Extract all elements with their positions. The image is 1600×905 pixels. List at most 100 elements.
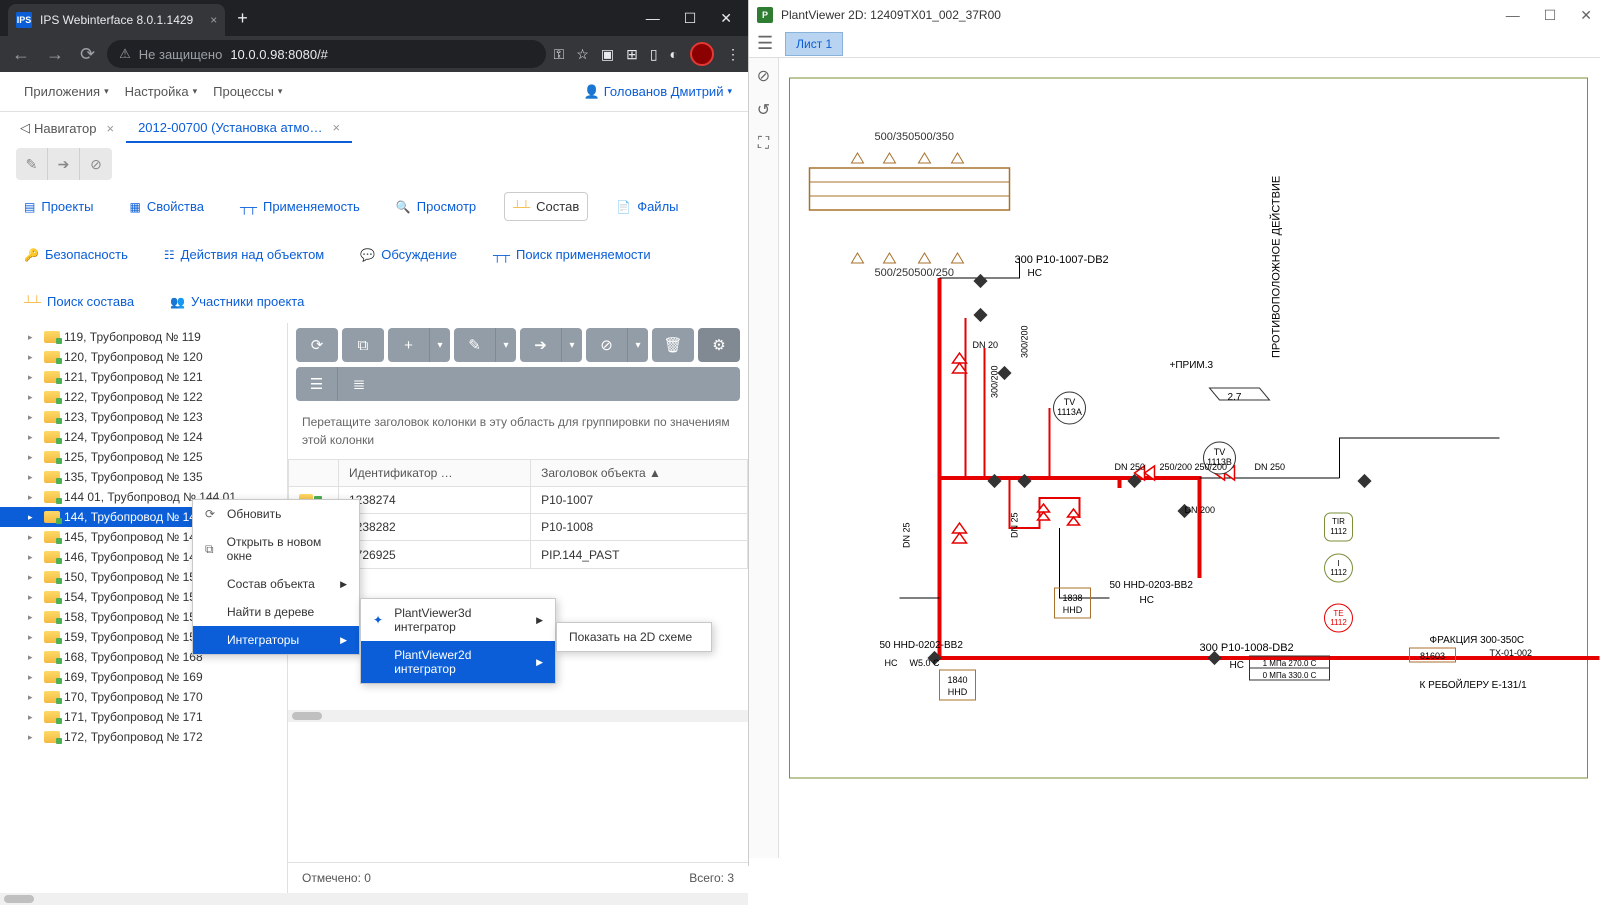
extension-icon[interactable]: ⊞	[626, 46, 638, 63]
subtab-comp-search[interactable]: ┴┴Поиск состава	[16, 288, 142, 315]
reload-icon[interactable]: ⟳	[76, 40, 99, 69]
chevron-right-icon[interactable]: ▸	[28, 552, 40, 563]
cancel-icon[interactable]: ⊘	[80, 148, 112, 180]
fullscreen-icon[interactable]: ⛶	[754, 134, 774, 154]
tree-item[interactable]: ▸122, Трубопровод № 122	[0, 387, 287, 407]
tree-item[interactable]: ▸171, Трубопровод № 171	[0, 707, 287, 727]
hamburger-icon[interactable]: ☰	[757, 33, 773, 54]
chevron-right-icon[interactable]: ▸	[28, 512, 40, 523]
star-icon[interactable]: ☆	[576, 46, 589, 63]
subtab-apply[interactable]: ┬┬Применяемость	[232, 192, 368, 221]
tree-item[interactable]: ▸124, Трубопровод № 124	[0, 427, 287, 447]
edit-icon[interactable]: ✎	[16, 148, 48, 180]
cast-icon[interactable]: ▣	[601, 46, 614, 63]
chevron-right-icon[interactable]: ▸	[28, 412, 40, 423]
close-icon[interactable]: ×	[333, 120, 341, 135]
sub2-show2d[interactable]: Показать на 2D схеме	[557, 623, 711, 651]
detail-view-icon[interactable]: ≣	[338, 367, 380, 401]
apps-menu[interactable]: Приложения	[16, 84, 117, 99]
dropdown-icon[interactable]: ▾	[628, 328, 648, 362]
subtab-props[interactable]: ▦Свойства	[122, 192, 212, 221]
dropdown-icon[interactable]: ▾	[562, 328, 582, 362]
subtab-discussion[interactable]: 💬Обсуждение	[352, 241, 465, 268]
close-icon[interactable]: ×	[210, 13, 217, 27]
user-menu[interactable]: 👤 Голованов Дмитрий ▾	[584, 84, 732, 100]
subtab-files[interactable]: 📄Файлы	[608, 192, 686, 221]
back-icon[interactable]: ←	[8, 40, 34, 69]
maximize-icon[interactable]: ☐	[1544, 7, 1557, 24]
subtab-members[interactable]: 👥Участники проекта	[162, 288, 312, 315]
tree-item[interactable]: ▸170, Трубопровод № 170	[0, 687, 287, 707]
minimize-icon[interactable]: —	[1506, 7, 1520, 24]
col-id[interactable]: Идентификатор …	[339, 460, 531, 487]
sheet-tab[interactable]: Лист 1	[785, 32, 843, 56]
forward-icon[interactable]: ➔	[48, 148, 80, 180]
chevron-right-icon[interactable]: ▸	[28, 492, 40, 503]
tree-item[interactable]: ▸119, Трубопровод № 119	[0, 327, 287, 347]
chevron-right-icon[interactable]: ▸	[28, 372, 40, 383]
tree-item[interactable]: ▸121, Трубопровод № 121	[0, 367, 287, 387]
shield-icon[interactable]: ◐	[670, 46, 678, 62]
window-horizontal-scrollbar[interactable]	[0, 893, 748, 905]
forward-icon[interactable]: ➔	[520, 328, 562, 362]
chevron-right-icon[interactable]: ▸	[28, 352, 40, 363]
maximize-icon[interactable]: ☐	[684, 10, 697, 27]
chevron-right-icon[interactable]: ▸	[28, 712, 40, 723]
dropdown-icon[interactable]: ▾	[430, 328, 450, 362]
chevron-right-icon[interactable]: ▸	[28, 572, 40, 583]
add-icon[interactable]: +	[388, 328, 430, 362]
menu-icon[interactable]: ⋮	[726, 46, 740, 63]
key-icon[interactable]: ⚿	[554, 46, 565, 63]
close-window-icon[interactable]: ✕	[720, 10, 732, 27]
chevron-right-icon[interactable]: ▸	[28, 632, 40, 643]
chevron-right-icon[interactable]: ▸	[28, 532, 40, 543]
sub-pv2d[interactable]: PlantViewer2d интегратор▶	[361, 641, 555, 683]
close-icon[interactable]: ×	[106, 121, 114, 136]
sub-pv3d[interactable]: ✦PlantViewer3d интегратор▶	[361, 599, 555, 641]
chevron-right-icon[interactable]: ▸	[28, 672, 40, 683]
close-window-icon[interactable]: ✕	[1580, 7, 1592, 24]
cancel-icon[interactable]: ⊘	[586, 328, 628, 362]
new-tab-button[interactable]: +	[237, 8, 248, 29]
browser-tab[interactable]: IPS IPS Webinterface 8.0.1.1429 ×	[8, 4, 225, 36]
url-bar[interactable]: ⚠ Не защищено 10.0.0.98:8080/#	[107, 40, 546, 68]
tab-detail[interactable]: 2012-00700 (Установка атмо… ×	[126, 114, 352, 143]
ctx-integrators[interactable]: Интеграторы▶	[193, 626, 359, 654]
subtab-obj-actions[interactable]: ☷Действия над объектом	[156, 241, 332, 268]
tree-item[interactable]: ▸172, Трубопровод № 172	[0, 727, 287, 747]
tree-item[interactable]: ▸135, Трубопровод № 135	[0, 467, 287, 487]
tree-item[interactable]: ▸169, Трубопровод № 169	[0, 667, 287, 687]
panel-icon[interactable]: ▯	[650, 46, 658, 63]
dropdown-icon[interactable]: ▾	[496, 328, 516, 362]
tree-item[interactable]: ▸125, Трубопровод № 125	[0, 447, 287, 467]
chevron-right-icon[interactable]: ▸	[28, 652, 40, 663]
ctx-open-new[interactable]: ⧉Открыть в новом окне	[193, 528, 359, 570]
settings-menu[interactable]: Настройка	[117, 84, 206, 99]
ctx-composition[interactable]: Состав объекта▶	[193, 570, 359, 598]
chevron-right-icon[interactable]: ▸	[28, 332, 40, 343]
delete-icon[interactable]: 🗑	[652, 328, 694, 362]
pv-canvas[interactable]: 500/350500/350 500/250500/250	[779, 58, 1600, 866]
avatar[interactable]	[690, 42, 714, 66]
tab-navigator[interactable]: ◁ Навигатор ×	[8, 114, 126, 142]
chevron-right-icon[interactable]: ▸	[28, 692, 40, 703]
list-view-icon[interactable]: ☰	[296, 367, 338, 401]
chevron-right-icon[interactable]: ▸	[28, 452, 40, 463]
chevron-right-icon[interactable]: ▸	[28, 612, 40, 623]
tree-item[interactable]: ▸120, Трубопровод № 120	[0, 347, 287, 367]
edit-icon[interactable]: ✎	[454, 328, 496, 362]
gear-icon[interactable]: ⚙	[698, 328, 740, 362]
tree-item[interactable]: ▸123, Трубопровод № 123	[0, 407, 287, 427]
subtab-composition[interactable]: ┴┴Состав	[504, 192, 588, 221]
subtab-projects[interactable]: ▤Проекты	[16, 192, 102, 221]
chevron-right-icon[interactable]: ▸	[28, 392, 40, 403]
subtab-apply-search[interactable]: ┬┬Поиск применяемости	[485, 241, 659, 268]
chevron-right-icon[interactable]: ▸	[28, 472, 40, 483]
minimize-icon[interactable]: —	[646, 10, 660, 27]
chevron-right-icon[interactable]: ▸	[28, 732, 40, 743]
horizontal-scrollbar[interactable]	[288, 710, 748, 722]
chevron-right-icon[interactable]: ▸	[28, 432, 40, 443]
ctx-refresh[interactable]: ⟳Обновить	[193, 500, 359, 528]
subtab-security[interactable]: 🔑Безопасность	[16, 241, 136, 268]
col-title[interactable]: Заголовок объекта ▲	[531, 460, 748, 487]
